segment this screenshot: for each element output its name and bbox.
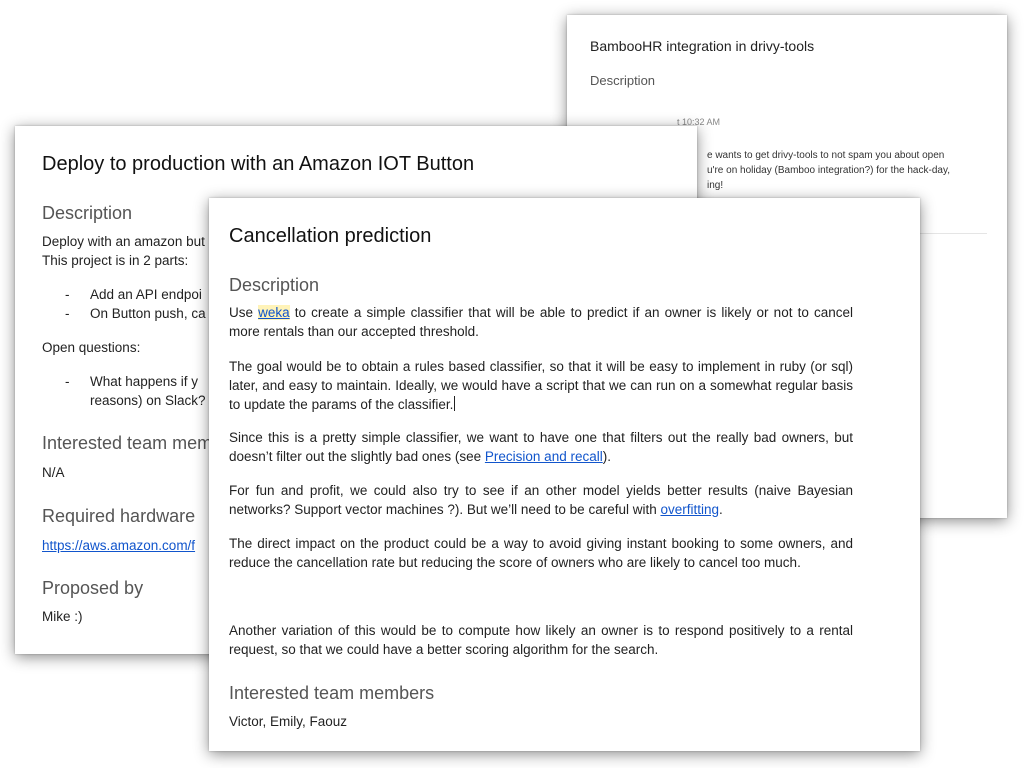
team-heading: Interested team mem [42,433,213,453]
description-heading: Description [590,73,656,88]
list-item-text: What happens if y [90,374,199,389]
description-line: Deploy with an amazon but [42,234,205,249]
comment-line: ing! [707,180,724,191]
paragraph-impact: The direct impact on the product could b… [229,536,853,570]
doc-title: BambooHR integration in drivy-tools [590,38,815,54]
list-item-text: Add an API endpoi [90,287,202,302]
team-value: Victor, Emily, Faouz [229,714,348,729]
overfitting-link[interactable]: overfitting [660,502,719,517]
proposed-heading: Proposed by [42,578,144,598]
description-heading: Description [229,275,320,295]
description-line: This project is in 2 parts: [42,253,189,268]
doc-page-cancellation-prediction[interactable]: Cancellation prediction Description Use … [209,198,920,751]
comment-body: e wants to get drivy-tools to not spam y… [707,148,967,193]
team-value: N/A [42,465,65,480]
bullet-dash: - [65,306,70,321]
text-cursor [454,396,456,411]
hardware-link[interactable]: https://aws.amazon.com/f [42,538,195,553]
precision-recall-link[interactable]: Precision and recall [485,449,603,464]
proposed-value: Mike :) [42,609,83,624]
hardware-heading: Required hardware [42,506,196,526]
bullet-dash: - [65,287,70,302]
hardware-link-line: https://aws.amazon.com/f [42,536,195,555]
bullet-dash: - [65,374,70,389]
paragraph-classifier: Since this is a pretty simple classifier… [229,430,853,464]
list-item-text: reasons) on Slack? [90,393,206,408]
description-heading: Description [42,203,133,223]
comment-line: u're on holiday (Bamboo integration?) fo… [707,165,950,176]
doc-title: Cancellation prediction [229,225,432,247]
list-item-text: On Button push, ca [90,306,206,321]
paragraph-fun-profit: For fun and profit, we could also try to… [229,483,853,517]
comment-timestamp: t 10:32 AM [677,117,721,127]
team-heading: Interested team members [229,683,435,703]
paragraph-goal[interactable]: The goal would be to obtain a rules base… [229,357,853,414]
weka-link[interactable]: weka [258,305,290,320]
open-questions-label: Open questions: [42,340,141,355]
comment-line: e wants to get drivy-tools to not spam y… [707,150,945,161]
doc-title: Deploy to production with an Amazon IOT … [42,153,475,175]
paragraph-weka: Use weka to create a simple classifier t… [229,305,853,339]
paragraph-variation: Another variation of this would be to co… [229,623,853,657]
